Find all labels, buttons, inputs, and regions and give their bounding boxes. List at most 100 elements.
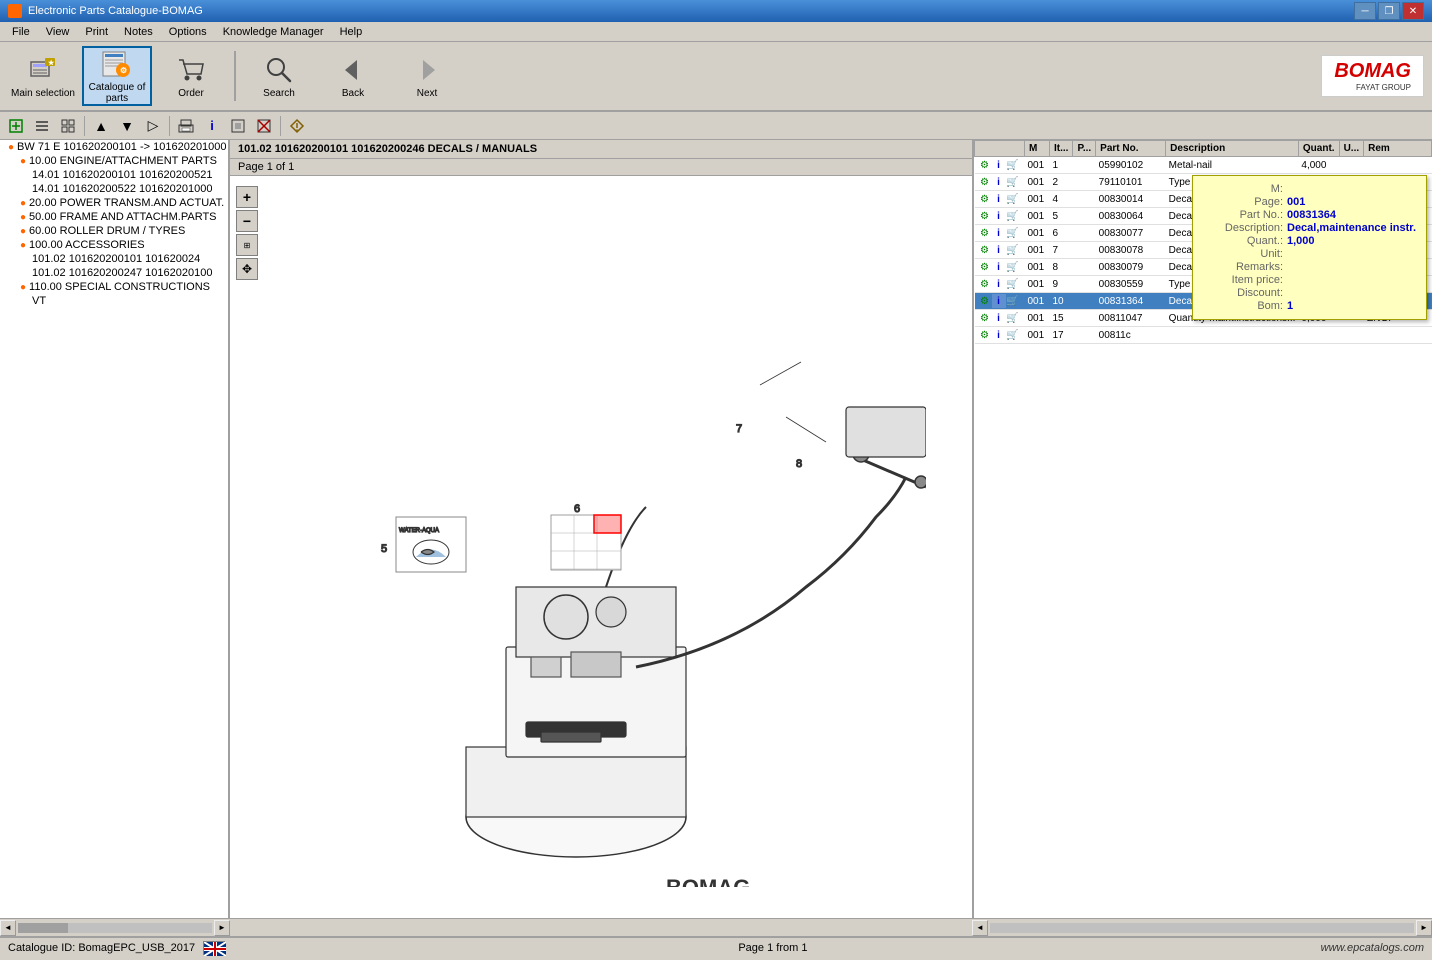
info-icon[interactable]: i [992,294,1006,308]
info-icon[interactable]: i [992,277,1006,291]
gear-icon[interactable]: ⚙ [978,243,992,257]
cart-icon[interactable]: 🛒 [1006,260,1020,274]
tb2-btn-3[interactable] [226,115,250,137]
info-icon[interactable]: i [992,175,1006,189]
main-toolbar: ★ Main selection ⚙ Catalogue of parts [0,42,1432,112]
breadcrumb: 101.02 101620200101 101620200246 DECALS … [230,140,972,159]
left-scrollbar[interactable]: ◄ ► [0,918,230,936]
info-icon[interactable]: i [992,311,1006,325]
scroll-thumb-left [18,923,68,933]
info-icon[interactable]: i [992,260,1006,274]
page-info-text: Page 1 of 1 [238,161,294,173]
col-qty-cell [1298,327,1339,344]
gear-icon[interactable]: ⚙ [978,209,992,223]
tp-unit-label: Unit: [1203,248,1283,260]
tb2-btn-5[interactable] [285,115,309,137]
cart-icon[interactable]: 🛒 [1006,209,1020,223]
tb2-btn-down[interactable]: ▼ [115,115,139,137]
tree-item-8[interactable]: 101.02 101620200101 101620024 [0,252,228,266]
order-button[interactable]: Order [156,46,226,106]
table-row[interactable]: ⚙i🛒001105990102Metal-nail4,000 [975,157,1432,174]
col-qty: Quant. [1298,141,1339,157]
main-selection-button[interactable]: ★ Main selection [8,46,78,106]
tree-item-10[interactable]: ● 110.00 SPECIAL CONSTRUCTIONS [0,280,228,294]
gear-icon[interactable]: ⚙ [978,328,992,342]
gear-icon[interactable]: ⚙ [978,260,992,274]
order-label: Order [178,88,204,99]
menu-view[interactable]: View [38,24,78,40]
gear-icon[interactable]: ⚙ [978,192,992,206]
cart-icon[interactable]: 🛒 [1006,226,1020,240]
gear-icon[interactable]: ⚙ [978,158,992,172]
gear-icon[interactable]: ⚙ [978,311,992,325]
restore-button[interactable]: ❐ [1378,2,1400,20]
info-icon[interactable]: i [992,158,1006,172]
tb2-btn-right[interactable]: ▷ [141,115,165,137]
next-button[interactable]: Next [392,46,462,106]
minimize-button[interactable]: ─ [1354,2,1376,20]
gear-icon[interactable]: ⚙ [978,175,992,189]
cart-icon[interactable]: 🛒 [1006,277,1020,291]
cart-icon[interactable]: 🛒 [1006,311,1020,325]
right-scroll-left-btn[interactable]: ◄ [972,920,988,936]
col-p: P... [1073,141,1096,157]
tb2-btn-0[interactable] [4,115,28,137]
tree-item-6[interactable]: ● 60.00 ROLLER DRUM / TYRES [0,224,228,238]
catalogue-button[interactable]: ⚙ Catalogue of parts [82,46,152,106]
info-icon[interactable]: i [992,226,1006,240]
pan-icon[interactable]: ✥ [236,258,258,280]
menu-file[interactable]: File [4,24,38,40]
col-m-cell: 001 [1025,310,1050,327]
info-icon[interactable]: i [992,328,1006,342]
tb2-print-btn[interactable] [174,115,198,137]
cart-icon[interactable]: 🛒 [1006,328,1020,342]
scroll-left-btn[interactable]: ◄ [0,920,16,936]
menu-knowledge[interactable]: Knowledge Manager [215,24,332,40]
info-icon[interactable]: i [992,192,1006,206]
search-button[interactable]: Search [244,46,314,106]
gear-icon[interactable]: ⚙ [978,277,992,291]
close-button[interactable]: ✕ [1402,2,1424,20]
cart-icon[interactable]: 🛒 [1006,175,1020,189]
tree-item-4[interactable]: ● 20.00 POWER TRANSM.AND ACTUAT. [0,196,228,210]
tree-item-label-6: 60.00 ROLLER DRUM / TYRES [29,225,185,237]
menu-notes[interactable]: Notes [116,24,161,40]
cart-icon[interactable]: 🛒 [1006,294,1020,308]
cart-icon[interactable]: 🛒 [1006,243,1020,257]
diagram-bomag-label-2: BOMAG [666,875,750,887]
info-icon[interactable]: i [992,209,1006,223]
cart-icon[interactable]: 🛒 [1006,192,1020,206]
zoom-out-button[interactable]: − [236,210,258,232]
info-icon[interactable]: i [992,243,1006,257]
tree-item-5[interactable]: ● 50.00 FRAME AND ATTACHM.PARTS [0,210,228,224]
right-scroll-right-btn[interactable]: ► [1416,920,1432,936]
menu-print[interactable]: Print [77,24,116,40]
zoom-in-button[interactable]: + [236,186,258,208]
gear-icon[interactable]: ⚙ [978,294,992,308]
cart-icon[interactable]: 🛒 [1006,158,1020,172]
right-scrollbar[interactable]: ◄ ► [972,918,1432,936]
tb2-btn-4[interactable] [252,115,276,137]
gear-icon[interactable]: ⚙ [978,226,992,240]
tb2-btn-2[interactable] [56,115,80,137]
fit-icon[interactable]: ⊞ [236,234,258,256]
tree-item-7[interactable]: ● 100.00 ACCESSORIES [0,238,228,252]
menu-options[interactable]: Options [161,24,215,40]
table-row[interactable]: ⚙i🛒0011700811c [975,327,1432,344]
col-partno-cell: 79110101 [1096,174,1166,191]
tb2-btn-1[interactable] [30,115,54,137]
tree-item-11[interactable]: VT [0,294,228,308]
tree-item-label-7: 100.00 ACCESSORIES [29,239,145,251]
tree-item-1[interactable]: ● 10.00 ENGINE/ATTACHMENT PARTS [0,154,228,168]
tree-item-0[interactable]: ● BW 71 E 101620200101 -> 101620201000 [0,140,228,154]
tree-item-2[interactable]: 14.01 101620200101 101620200521 [0,168,228,182]
tb2-btn-up[interactable]: ▲ [89,115,113,137]
menu-help[interactable]: Help [332,24,371,40]
tree-item-3[interactable]: 14.01 101620200522 101620201000 [0,182,228,196]
col-partno: Part No. [1096,141,1166,157]
tree-item-9[interactable]: 101.02 101620200247 10162020100 [0,266,228,280]
back-button[interactable]: Back [318,46,388,106]
col-p-cell [1073,225,1096,242]
scroll-right-btn[interactable]: ► [214,920,230,936]
tb2-info-btn[interactable]: i [200,115,224,137]
